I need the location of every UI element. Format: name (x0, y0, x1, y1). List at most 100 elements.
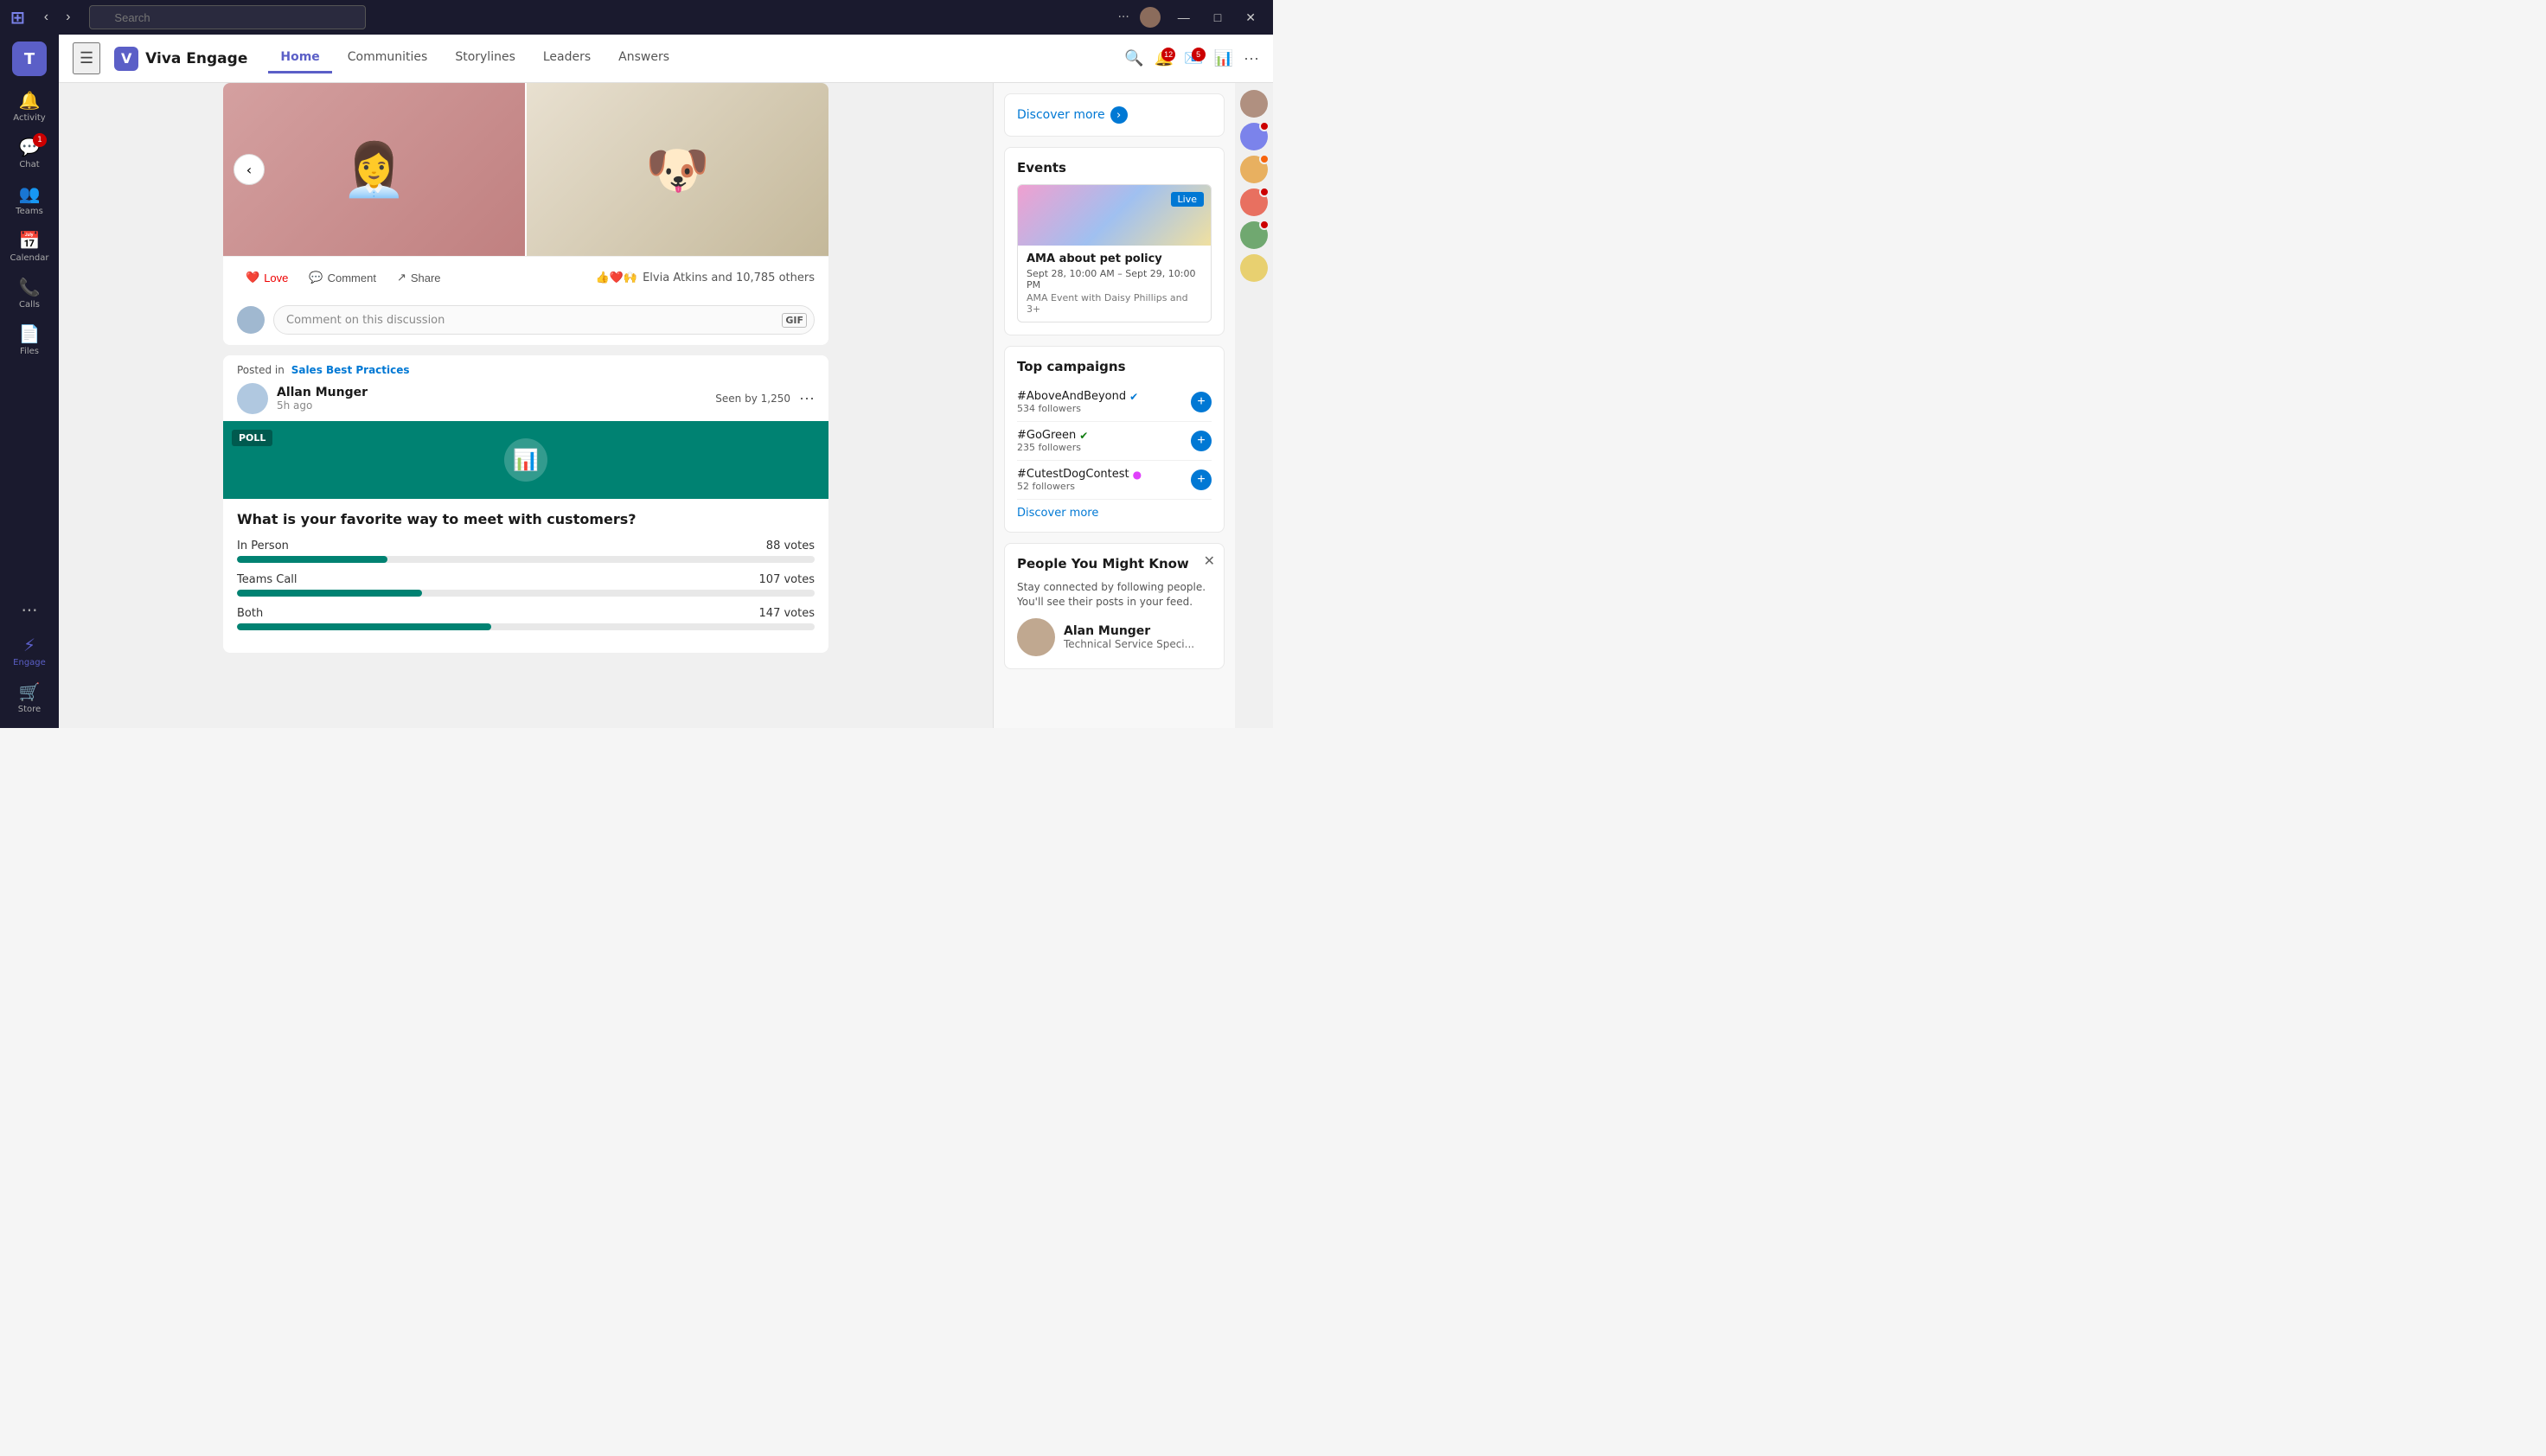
discover-more-arrow: › (1110, 106, 1128, 124)
poll-option-2-label: Both (237, 607, 263, 620)
people-title: People You Might Know (1017, 556, 1212, 572)
campaign-name-1: #GoGreen ✔ (1017, 429, 1191, 442)
poll-option-1-header: Teams Call 107 votes (237, 573, 815, 586)
sidebar-item-chat-label: Chat (19, 160, 39, 169)
sidebar-item-calendar[interactable]: 📅 Calendar (7, 223, 52, 270)
post-time: 5h ago (277, 399, 707, 412)
sidebar-item-calendar-label: Calendar (10, 253, 49, 263)
events-section: Events Live AMA about pet policy Sept 28… (1004, 147, 1225, 335)
poll-chart-icon: 📊 (513, 448, 539, 472)
person-item: Alan Munger Technical Service Speci... (1017, 610, 1212, 656)
search-input[interactable] (89, 5, 366, 29)
far-right-avatar-0[interactable] (1240, 90, 1268, 118)
image-post-nav-button[interactable]: ‹ (233, 154, 265, 185)
comment-placeholder: Comment on this discussion (286, 314, 445, 327)
event-live-badge: Live (1171, 192, 1204, 207)
poll-option-1-bar-bg (237, 590, 815, 597)
people-close-button[interactable]: ✕ (1204, 552, 1215, 570)
community-link[interactable]: Sales Best Practices (291, 364, 410, 376)
tab-answers[interactable]: Answers (606, 43, 681, 73)
poll-post: Posted in Sales Best Practices Allan Mun… (223, 355, 828, 653)
follow-campaign-1-button[interactable]: + (1191, 431, 1212, 451)
comment-box: Comment on this discussion GIF (223, 298, 828, 345)
hamburger-button[interactable]: ☰ (73, 42, 100, 74)
teams-sidebar: T 🔔 Activity 1 💬 Chat 👥 Teams 📅 Calendar… (0, 35, 59, 728)
more-icon: ··· (21, 600, 37, 621)
poll-option-0-header: In Person 88 votes (237, 540, 815, 552)
sidebar-item-calls[interactable]: 📞 Calls (7, 270, 52, 316)
poll-icon: 📊 (504, 438, 547, 482)
comment-input[interactable]: Comment on this discussion GIF (273, 305, 815, 335)
far-right-avatar-1[interactable] (1240, 123, 1268, 150)
image-post-images-container: ‹ 👩‍💼 🐶 (223, 83, 828, 256)
app-layout: T 🔔 Activity 1 💬 Chat 👥 Teams 📅 Calendar… (0, 35, 1273, 728)
love-button[interactable]: ❤️ Love (237, 265, 297, 290)
love-label: Love (264, 271, 288, 284)
campaign-followers-2: 52 followers (1017, 481, 1191, 492)
sidebar-item-engage[interactable]: ⚡ Engage (7, 628, 52, 674)
search-button[interactable]: 🔍 (1124, 49, 1143, 67)
tab-leaders[interactable]: Leaders (531, 43, 603, 73)
close-button[interactable]: ✕ (1238, 7, 1263, 29)
minimize-button[interactable]: — (1171, 7, 1197, 28)
poll-badge: POLL (232, 430, 272, 446)
sidebar-item-activity[interactable]: 🔔 Activity (7, 83, 52, 130)
feed-inner: ‹ 👩‍💼 🐶 (223, 83, 828, 680)
tab-home[interactable]: Home (268, 43, 331, 73)
maximize-button[interactable]: □ (1207, 7, 1228, 28)
event-image: Live (1018, 185, 1211, 246)
calls-icon: 📞 (19, 277, 41, 297)
far-right-avatar-2[interactable] (1240, 156, 1268, 183)
discover-more-link[interactable]: Discover more › (1017, 106, 1212, 124)
person-image: 👩‍💼 (342, 83, 406, 256)
back-button[interactable]: ‹ (39, 6, 54, 29)
follow-campaign-0-button[interactable]: + (1191, 392, 1212, 412)
campaign-followers-1: 235 followers (1017, 442, 1191, 453)
tab-communities[interactable]: Communities (336, 43, 440, 73)
sidebar-item-more[interactable]: ··· (7, 593, 52, 628)
post-more-button[interactable]: ⋯ (799, 390, 815, 408)
analytics-button[interactable]: 📊 (1214, 49, 1233, 67)
far-right-avatar-5[interactable] (1240, 254, 1268, 282)
title-bar-more[interactable]: ··· (1117, 10, 1129, 24)
comment-button[interactable]: 💬 Comment (300, 265, 385, 290)
forward-button[interactable]: › (61, 6, 75, 29)
tab-storylines[interactable]: Storylines (443, 43, 528, 73)
person-title: Technical Service Speci... (1064, 638, 1194, 650)
sidebar-item-teams[interactable]: 👥 Teams (7, 176, 52, 223)
sidebar-item-store[interactable]: 🛒 Store (7, 674, 52, 721)
title-bar: ⊞ ‹ › 🔍 ··· — □ ✕ (0, 0, 1273, 35)
files-icon: 📄 (19, 323, 41, 344)
top-nav-more-button[interactable]: ··· (1244, 49, 1259, 67)
post-actions: ❤️ Love 💬 Comment ↗ Share (223, 256, 828, 298)
sidebar-item-chat[interactable]: 1 💬 Chat (7, 130, 52, 176)
campaign-item-0: #AboveAndBeyond ✔ 534 followers + (1017, 383, 1212, 422)
share-button[interactable]: ↗ Share (388, 265, 450, 290)
app-logo: V Viva Engage (114, 47, 247, 71)
search-wrapper: 🔍 (89, 5, 366, 29)
comment-label: Comment (328, 271, 376, 284)
poll-option-0: In Person 88 votes (237, 540, 815, 563)
chat-badge: 1 (33, 133, 47, 147)
gif-button[interactable]: GIF (782, 313, 807, 328)
campaigns-discover-more-link[interactable]: Discover more (1017, 507, 1212, 520)
events-title: Events (1017, 160, 1212, 176)
notifications-button[interactable]: 🔔12 (1155, 49, 1174, 67)
share-label: Share (411, 271, 441, 284)
event-card[interactable]: Live AMA about pet policy Sept 28, 10:00… (1017, 184, 1212, 322)
sidebar-item-files[interactable]: 📄 Files (7, 316, 52, 363)
user-avatar-title[interactable] (1140, 7, 1161, 28)
mail-button[interactable]: 📧5 (1184, 49, 1203, 67)
person-info: Alan Munger Technical Service Speci... (1064, 624, 1194, 650)
far-right-avatar-3[interactable] (1240, 188, 1268, 216)
people-you-might-know-section: People You Might Know Stay connected by … (1004, 543, 1225, 669)
follow-campaign-2-button[interactable]: + (1191, 469, 1212, 490)
main-content: ‹ 👩‍💼 🐶 (59, 83, 1273, 728)
teams-logo-icon: T (24, 50, 35, 68)
dog-image: 🐶 (645, 83, 710, 256)
campaign-item-1: #GoGreen ✔ 235 followers + (1017, 422, 1212, 461)
post-author: Allan Munger (277, 386, 707, 399)
reactions-area: 👍❤️🙌 Elvia Atkins and 10,785 others (596, 271, 815, 284)
far-right-avatar-4[interactable] (1240, 221, 1268, 249)
campaign-info-2: #CutestDogContest ● 52 followers (1017, 468, 1191, 492)
